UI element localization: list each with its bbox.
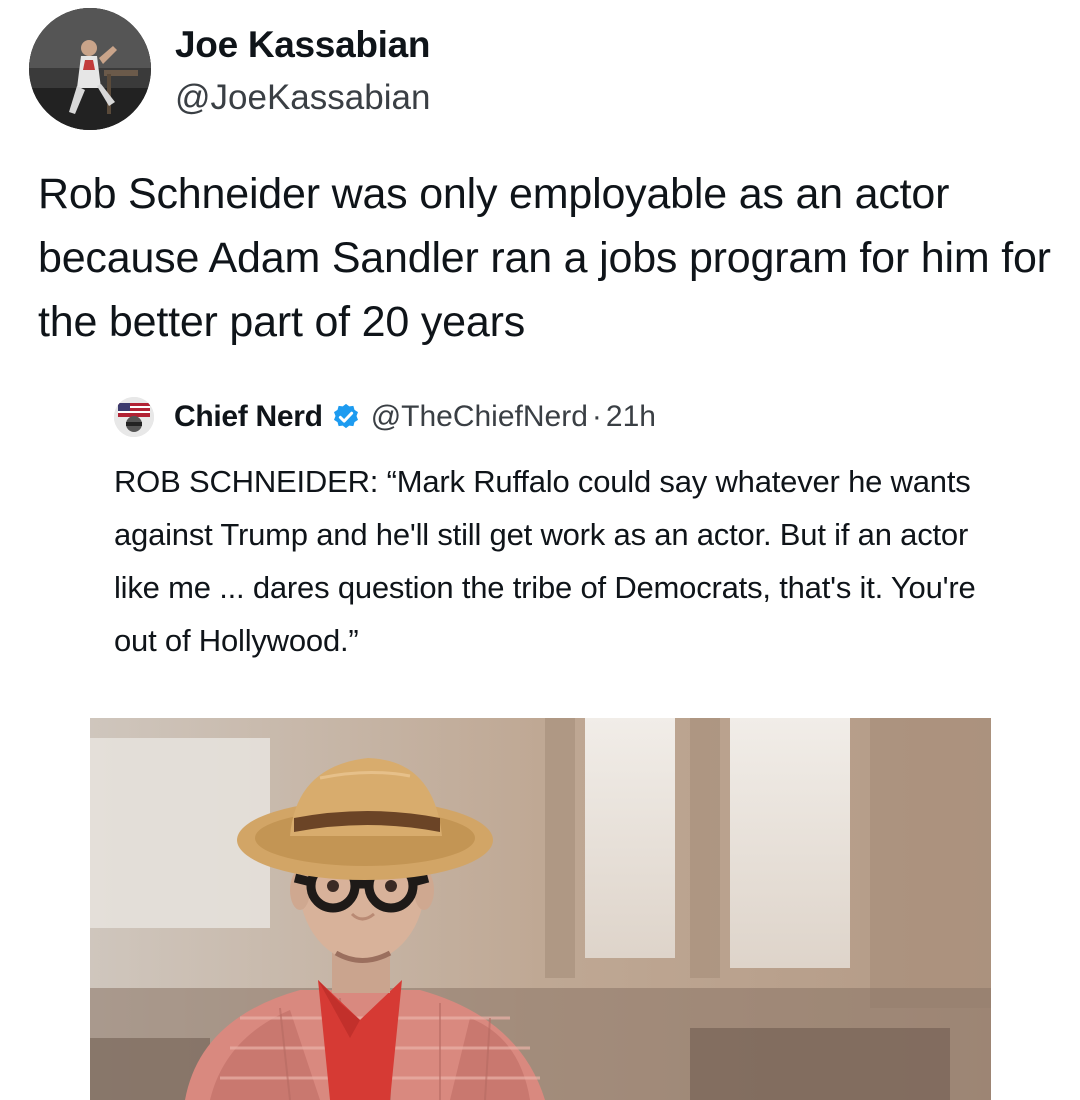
avatar-photo-icon <box>29 8 151 130</box>
avatar-logo-icon <box>114 397 154 437</box>
quoted-author-handle[interactable]: @TheChiefNerd <box>371 400 588 434</box>
author-avatar[interactable] <box>29 8 151 130</box>
quoted-tweet-text: ROB SCHNEIDER: “Mark Ruffalo could say w… <box>114 464 976 658</box>
quoted-tweet-media[interactable] <box>90 718 991 1100</box>
tweet: Joe Kassabian @JoeKassabian Rob Schneide… <box>0 0 1080 1100</box>
author-handle[interactable]: @JoeKassabian <box>175 78 430 118</box>
tweet-text: Rob Schneider was only employable as an … <box>38 170 1051 346</box>
quoted-tweet-header: Chief Nerd @TheChiefNerd · 21h <box>174 395 656 439</box>
quoted-tweet[interactable]: Chief Nerd @TheChiefNerd · 21h ROB SCHNE… <box>88 385 1048 1100</box>
header-separator: · <box>591 400 602 433</box>
quoted-author-avatar[interactable] <box>114 397 154 437</box>
photo-of-man-in-hat-and-glasses-icon <box>90 718 991 1100</box>
author-name[interactable]: Joe Kassabian <box>175 24 431 66</box>
quoted-timestamp[interactable]: 21h <box>606 400 656 434</box>
quoted-author-name[interactable]: Chief Nerd <box>174 400 323 434</box>
verified-badge-icon <box>333 403 358 429</box>
